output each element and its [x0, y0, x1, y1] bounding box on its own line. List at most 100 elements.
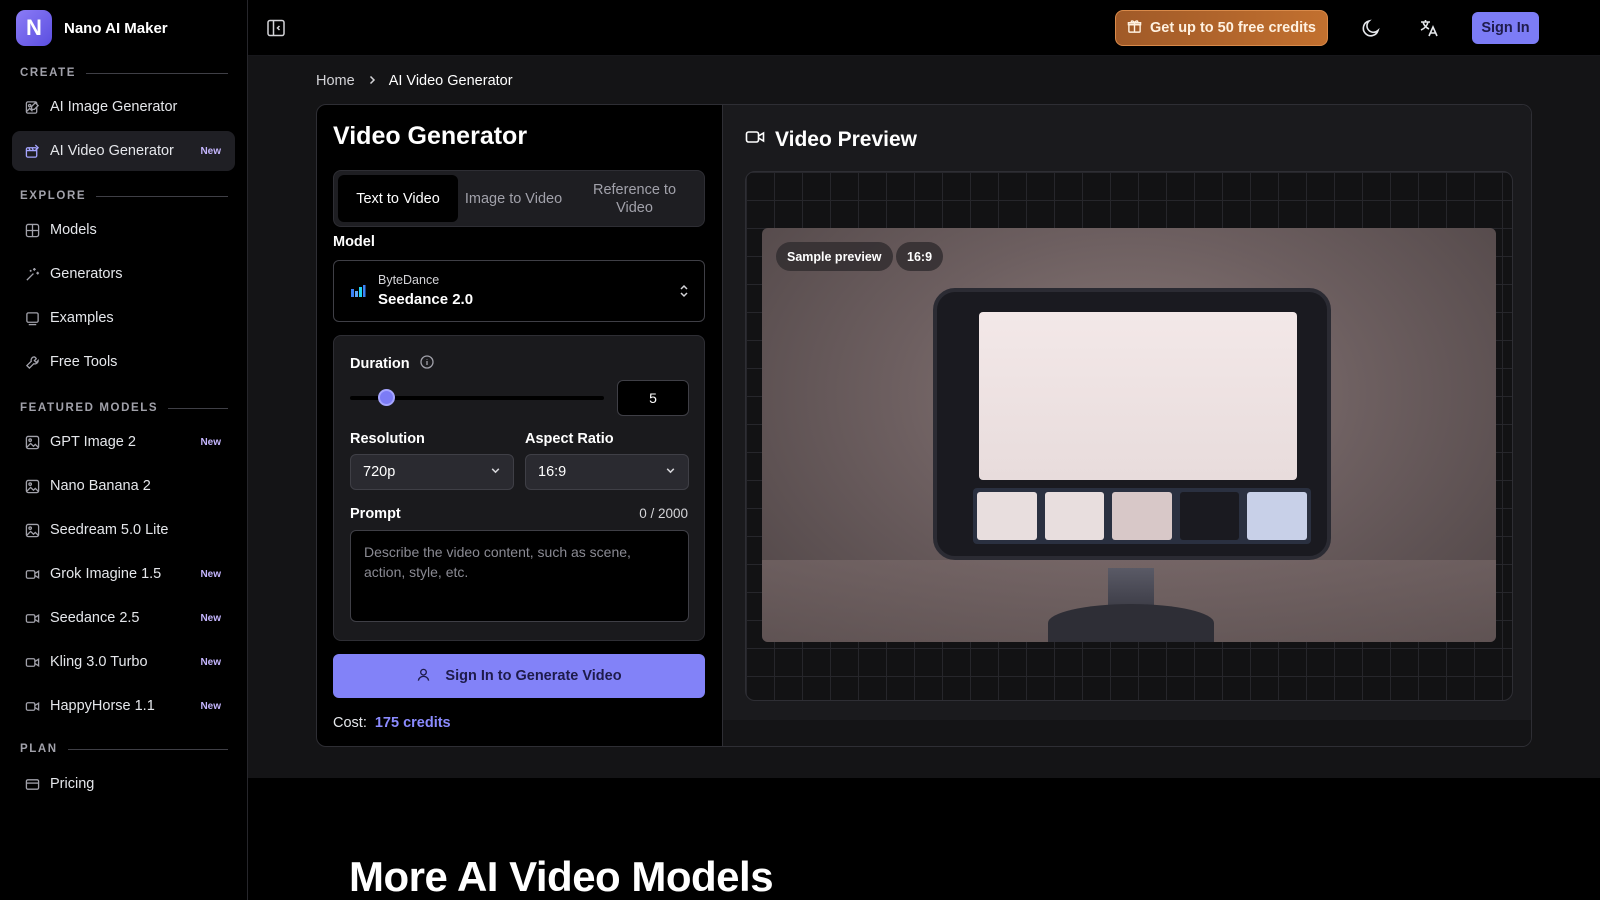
resolution-value: 720p	[363, 464, 396, 480]
duration-slider[interactable]	[350, 389, 604, 406]
generator-panel: Video Generator Text to Video Image to V…	[317, 105, 723, 746]
sidebar-item-label: Free Tools	[50, 354, 118, 370]
section-title-explore: EXPLORE	[20, 190, 228, 202]
translate-icon[interactable]	[1418, 17, 1440, 39]
sidebar-item-label: Seedance 2.5	[50, 610, 140, 626]
generate-video-button[interactable]: Sign In to Generate Video	[333, 654, 705, 698]
aspect-ratio-value: 16:9	[538, 464, 567, 480]
sidebar-item-examples[interactable]: Examples	[12, 298, 235, 338]
tab-text-to-video[interactable]: Text to Video	[338, 175, 458, 222]
duration-label: Duration	[350, 356, 410, 372]
free-credits-button[interactable]: Get up to 50 free credits	[1115, 10, 1328, 46]
prompt-input[interactable]: Describe the video content, such as scen…	[350, 530, 689, 622]
aspect-ratio-label: Aspect Ratio	[525, 431, 614, 447]
sidebar-item-nano-banana-2[interactable]: Nano Banana 2	[12, 466, 235, 506]
chevron-up-down-icon	[678, 283, 690, 302]
chevron-down-icon	[665, 464, 676, 480]
preview-thumbnail	[1247, 492, 1307, 540]
info-icon[interactable]	[419, 355, 434, 373]
sidebar-item-seedream-5-lite[interactable]: Seedream 5.0 Lite	[12, 510, 235, 550]
model-label: Model	[333, 234, 375, 250]
cost-label: Cost:	[333, 715, 367, 731]
gallery-icon	[24, 310, 40, 326]
sidebar-item-label: Seedream 5.0 Lite	[50, 522, 169, 538]
sidebar-item-free-tools[interactable]: Free Tools	[12, 342, 235, 382]
mode-tabs: Text to Video Image to Video Reference t…	[333, 170, 705, 227]
cost-value: 175 credits	[374, 715, 451, 731]
prompt-counter: 0 / 2000	[639, 506, 688, 521]
sidebar-item-label: Nano Banana 2	[50, 478, 151, 494]
breadcrumb-current: AI Video Generator	[388, 73, 513, 89]
preview-panel: Video Preview Sample preview 16:9	[723, 105, 1531, 746]
sidebar-toggle-icon[interactable]	[266, 18, 286, 38]
model-brand: ByteDance	[378, 273, 440, 287]
bytedance-logo-icon	[350, 283, 366, 299]
free-credits-label: Get up to 50 free credits	[1150, 20, 1316, 36]
preview-image[interactable]: Sample preview 16:9	[762, 228, 1496, 642]
sidebar-item-kling-3-turbo[interactable]: Kling 3.0 Turbo New	[12, 642, 235, 682]
new-badge: New	[200, 612, 221, 624]
sidebar: N Nano AI Maker CREATE AI Image Generato…	[0, 0, 248, 900]
preview-title-row: Video Preview	[745, 127, 917, 153]
sidebar-item-label: GPT Image 2	[50, 434, 136, 450]
tab-reference-to-video[interactable]: Reference to Video	[569, 175, 700, 222]
new-badge: New	[200, 700, 221, 712]
model-name: Seedance 2.0	[378, 291, 474, 308]
brand-name: Nano AI Maker	[64, 19, 168, 37]
sidebar-item-generators[interactable]: Generators	[12, 254, 235, 294]
video-icon	[24, 654, 40, 670]
sparkles-icon	[24, 266, 40, 282]
duration-label-row: Duration	[350, 355, 434, 373]
moon-icon[interactable]	[1360, 17, 1382, 39]
gift-icon	[1127, 19, 1142, 38]
resolution-select[interactable]: 720p	[350, 454, 514, 490]
sidebar-item-models[interactable]: Models	[12, 210, 235, 250]
video-icon	[24, 698, 40, 714]
new-badge: New	[200, 436, 221, 448]
section-title-featured: FEATURED MODELS	[20, 402, 228, 414]
sidebar-item-gpt-image-2[interactable]: GPT Image 2 New	[12, 422, 235, 462]
sidebar-item-ai-video-generator[interactable]: AI Video Generator New	[12, 131, 235, 171]
sign-in-button[interactable]: Sign In	[1472, 12, 1539, 44]
aspect-ratio-tag: 16:9	[896, 242, 944, 271]
tab-image-to-video[interactable]: Image to Video	[458, 175, 569, 222]
grid-icon	[24, 222, 40, 238]
sidebar-item-label: Models	[50, 222, 97, 238]
model-select[interactable]: ByteDance Seedance 2.0	[333, 260, 705, 322]
breadcrumb: Home AI Video Generator	[316, 73, 513, 89]
new-badge: New	[200, 145, 221, 157]
preview-thumbnail	[1179, 492, 1240, 540]
preview-title: Video Preview	[775, 128, 918, 151]
video-edit-icon	[24, 143, 40, 159]
sidebar-item-ai-image-generator[interactable]: AI Image Generator	[12, 87, 235, 127]
image-icon	[24, 522, 40, 538]
section-heading: More AI Video Models	[349, 853, 774, 900]
sidebar-item-seedance-2-5[interactable]: Seedance 2.5 New	[12, 598, 235, 638]
duration-input[interactable]: 5	[617, 380, 689, 416]
preview-frame: Sample preview 16:9	[745, 171, 1513, 701]
sidebar-item-label: HappyHorse 1.1	[50, 698, 155, 714]
image-icon	[24, 434, 40, 450]
sidebar-item-happyhorse-1-1[interactable]: HappyHorse 1.1 New	[12, 686, 235, 726]
preview-thumbnail	[1112, 492, 1172, 540]
settings-box: Duration 5 Resolution Aspect Ratio 720p …	[333, 335, 705, 641]
breadcrumb-home[interactable]: Home	[316, 73, 355, 89]
sidebar-item-grok-imagine-1-5[interactable]: Grok Imagine 1.5 New	[12, 554, 235, 594]
duration-slider-thumb[interactable]	[378, 389, 396, 406]
resolution-label: Resolution	[350, 431, 425, 447]
page-title: Video Generator	[333, 122, 528, 150]
sidebar-item-label: Grok Imagine 1.5	[50, 566, 162, 582]
aspect-ratio-select[interactable]: 16:9	[525, 454, 689, 490]
sidebar-item-pricing[interactable]: Pricing	[12, 764, 235, 804]
brand[interactable]: N Nano AI Maker	[16, 10, 168, 46]
wrench-icon	[24, 354, 40, 370]
chevron-right-icon	[367, 73, 377, 89]
preview-thumbnail	[1044, 492, 1105, 540]
sidebar-item-label: AI Image Generator	[50, 99, 178, 115]
sidebar-item-label: Examples	[50, 310, 114, 326]
section-title-plan: PLAN	[20, 743, 228, 755]
video-icon	[24, 610, 40, 626]
sample-preview-tag: Sample preview	[776, 242, 893, 271]
generate-video-label: Sign In to Generate Video	[445, 668, 622, 684]
preview-tablet-illustration	[933, 288, 1331, 560]
